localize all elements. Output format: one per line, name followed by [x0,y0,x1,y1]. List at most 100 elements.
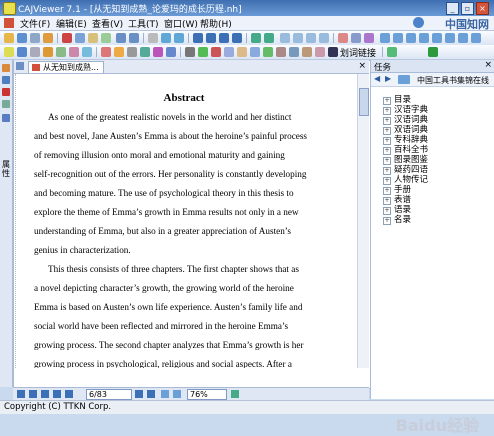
zoom-out-button-icon[interactable] [161,390,169,398]
tree-item-directory[interactable]: + 名录 [383,213,411,225]
format-icon[interactable] [276,47,286,57]
word-link-icon[interactable] [328,47,338,57]
cascade-icon[interactable] [458,33,468,43]
zoom-in-button-icon[interactable] [173,390,181,398]
save-icon[interactable] [17,33,27,43]
bookmark-icon[interactable] [198,47,208,57]
outline-panel-icon[interactable] [2,64,10,72]
undo-icon[interactable] [116,33,126,43]
last-page-button-icon[interactable] [65,390,73,398]
menu-file[interactable]: 文件(F) [20,17,50,30]
first-page-button-icon[interactable] [29,390,37,398]
tile-icon[interactable] [445,33,455,43]
highlight-icon[interactable] [69,47,79,57]
line-icon[interactable] [127,47,137,57]
zoom-level-select[interactable]: 76% [187,389,227,400]
erase-icon[interactable] [224,47,234,57]
cut-icon[interactable] [62,33,72,43]
single-page-icon[interactable] [280,33,290,43]
last-page-icon[interactable] [232,33,242,43]
prev-page-button-icon[interactable] [41,390,49,398]
link-tool-icon[interactable] [315,47,325,57]
layout-icon[interactable] [380,33,390,43]
lock-icon[interactable] [237,47,247,57]
copy-icon[interactable] [75,33,85,43]
bookmarks-panel-icon[interactable] [2,100,10,108]
menu-tools[interactable]: 工具(T) [128,17,159,30]
close-window-button[interactable]: × [476,2,489,15]
forward-arrow-icon[interactable]: ▶ [385,74,391,83]
window-icon[interactable] [419,33,429,43]
prev-page-icon[interactable] [206,33,216,43]
tab-list-icon[interactable] [16,62,24,70]
document-menu-icon[interactable] [4,18,14,28]
next-page-icon[interactable] [219,33,229,43]
stamp-icon[interactable] [185,47,195,57]
check-icon[interactable] [263,47,273,57]
print-icon[interactable] [30,33,40,43]
sidebar-icon[interactable] [471,33,481,43]
paste-icon[interactable] [88,33,98,43]
scrollbar-thumb[interactable] [359,88,369,116]
thumbnails-panel-icon[interactable] [2,76,10,84]
search-icon[interactable] [338,33,348,43]
continuous-page-icon[interactable] [293,33,303,43]
email-icon[interactable] [43,33,53,43]
menu-edit[interactable]: 编辑(E) [56,17,87,30]
page-number-input[interactable]: 6/83 [86,389,132,400]
translate-icon[interactable] [250,47,260,57]
fullscreen-icon[interactable] [364,33,374,43]
ocr-icon[interactable] [43,47,53,57]
reference-source-select[interactable]: 中国工具书集锦在线 [417,75,489,86]
next-arrow-icon[interactable] [135,390,143,398]
snapshot-icon[interactable] [56,47,66,57]
fit-width-icon[interactable] [319,33,329,43]
toolbar-option-icon[interactable] [387,47,397,57]
restore-button[interactable]: ▫ [461,2,474,15]
menu-view[interactable]: 查看(V) [92,17,123,30]
redo-icon[interactable] [129,33,139,43]
first-page-icon[interactable] [193,33,203,43]
document-page[interactable]: Abstract As one of the greatest realisti… [15,74,352,368]
next-page-button-icon[interactable] [53,390,61,398]
minimize-button[interactable]: _ [446,2,459,15]
arrow-icon[interactable] [166,47,176,57]
ellipse-icon[interactable] [153,47,163,57]
back-arrow-icon[interactable]: ◀ [374,74,380,83]
menu-window[interactable]: 窗口(W) [164,17,198,30]
vertical-scrollbar[interactable] [357,74,369,368]
menu-help[interactable]: 帮助(H) [200,17,232,30]
annotations-panel-icon[interactable] [2,88,10,96]
facing-page-icon[interactable] [306,33,316,43]
rectangle-icon[interactable] [140,47,150,57]
properties-tab-label[interactable]: 属性 [1,160,11,178]
pencil-icon[interactable] [114,47,124,57]
panel-icon[interactable] [393,33,403,43]
close-tab-button[interactable]: × [358,61,366,71]
pen-icon[interactable] [101,47,111,57]
task-pane-close-button[interactable]: × [484,60,492,70]
tab-current-document[interactable]: 从无知到成熟... [28,61,104,73]
grid-icon[interactable] [432,33,442,43]
expand-icon[interactable]: + [383,217,391,225]
word-link-button[interactable]: 划词链接 [340,46,376,59]
image-select-icon[interactable] [30,47,40,57]
home-icon[interactable]: . [398,75,410,84]
back-icon[interactable] [251,33,261,43]
text-select-icon[interactable] [4,47,14,57]
forward-icon[interactable] [264,33,274,43]
hand-tool-icon[interactable] [148,33,158,43]
select-icon[interactable] [101,33,111,43]
text-tool-icon[interactable] [17,47,27,57]
view-mode-icon[interactable] [17,390,25,398]
delete-annotation-icon[interactable] [211,47,221,57]
green-go-icon[interactable] [428,47,438,57]
zoom-in-icon[interactable] [161,33,171,43]
rotate-icon[interactable] [351,33,361,43]
open-icon[interactable] [4,33,14,43]
last-arrow-icon[interactable] [147,390,155,398]
note-icon[interactable] [82,47,92,57]
properties-panel-icon[interactable] [2,114,10,122]
zoom-out-icon[interactable] [174,33,184,43]
split-icon[interactable] [406,33,416,43]
